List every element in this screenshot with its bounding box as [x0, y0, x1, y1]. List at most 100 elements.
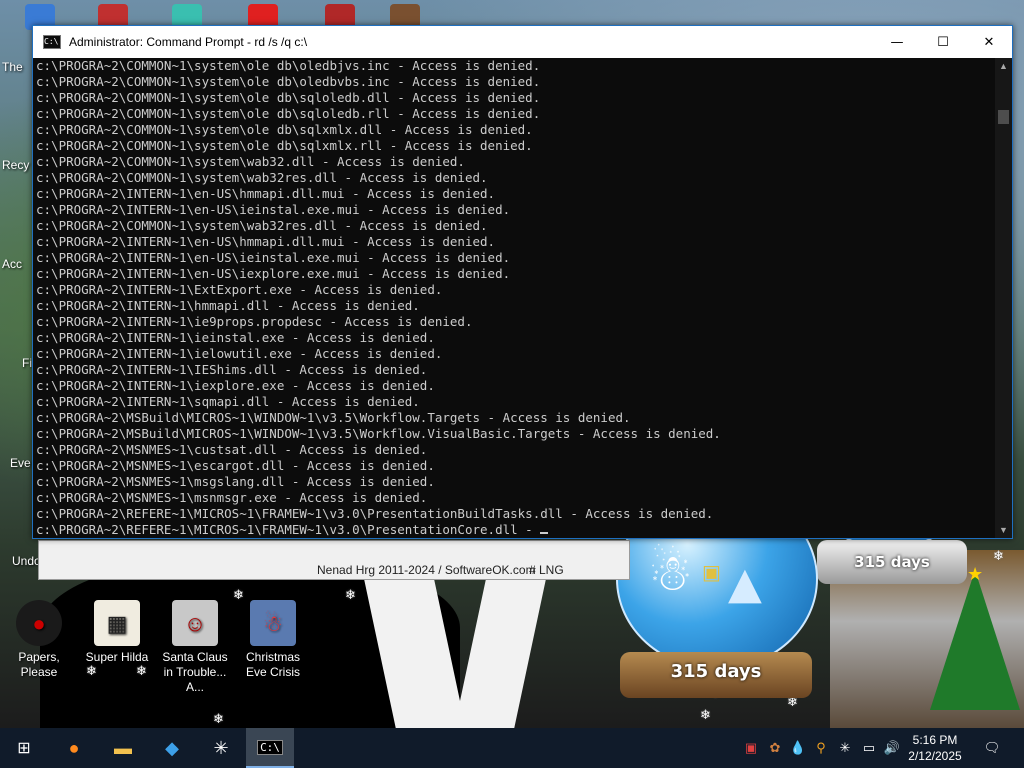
desktop-icon-label: Santa Claus in Trouble... A... [162, 650, 228, 694]
desktop-icon-label-partial[interactable]: Recy [2, 158, 29, 172]
background-app-window[interactable]: Nenad Hrg 2011-2024 / SoftwareOK.com # L… [38, 540, 630, 580]
console-line: c:\PROGRA~2\INTERN~1\ie9props.propdesc -… [36, 314, 473, 329]
desktop-icon-label-partial[interactable]: Eve [10, 456, 31, 470]
command-prompt-icon: C:\ [43, 35, 61, 49]
console-line: c:\PROGRA~2\COMMON~1\system\ole db\oledb… [36, 74, 541, 89]
tray-network[interactable]: ▭ [860, 728, 878, 768]
tray-app-icon-2: ✿ [769, 740, 781, 755]
taskbar-command-prompt[interactable]: C:\ [246, 728, 294, 768]
close-button[interactable]: ✕ [966, 26, 1012, 58]
console-line: c:\PROGRA~2\INTERN~1\iexplore.exe - Acce… [36, 378, 435, 393]
tray-app-1[interactable]: ▣ [742, 728, 760, 768]
snowman-icon: ☃ [648, 544, 693, 602]
console-line: c:\PROGRA~2\REFERE~1\MICROS~1\FRAMEW~1\v… [36, 522, 998, 538]
console-line: c:\PROGRA~2\INTERN~1\ielowutil.exe - Acc… [36, 346, 443, 361]
scroll-up-arrow-icon[interactable]: ▲ [995, 58, 1012, 74]
taskbar: ⊞ ● ▬ ◆ ✳ C:\ ▣ ✿ 💧 ⚲ ✳ ▭ 🔊 5:16 PM 2/12… [0, 728, 1024, 768]
desktop-icon-label-partial[interactable]: Undo [12, 554, 41, 568]
console-line: c:\PROGRA~2\INTERN~1\en-US\ieinstal.exe.… [36, 250, 511, 265]
windows-start-icon: ⊞ [17, 740, 31, 757]
santa-trouble-icon: ☺ [172, 600, 218, 646]
console-output[interactable]: c:\PROGRA~2\COMMON~1\system\ole db\oledb… [33, 58, 998, 538]
volume-icon: 🔊 [883, 740, 901, 755]
console-line: c:\PROGRA~2\MSNMES~1\escargot.dll - Acce… [36, 458, 435, 473]
taskbar-file-explorer[interactable]: ▬ [99, 728, 147, 768]
console-line: c:\PROGRA~2\COMMON~1\system\ole db\sqlxm… [36, 122, 533, 137]
taskbar-clock[interactable]: 5:16 PM 2/12/2025 [903, 732, 967, 764]
minimize-icon: — [890, 34, 904, 50]
tray-app-icon-1: ▣ [744, 740, 758, 755]
notification-icon: 🗨 [983, 740, 1001, 755]
console-line: c:\PROGRA~2\INTERN~1\hmmapi.dll - Access… [36, 298, 420, 313]
network-icon: ▭ [862, 740, 876, 755]
tray-asterisk[interactable]: ✳ [836, 728, 854, 768]
tray-volume[interactable]: 🔊 [882, 728, 902, 768]
desktop-icon-label: Christmas Eve Crisis [245, 650, 300, 679]
notification-button[interactable]: 🗨 [978, 728, 1006, 768]
console-line: c:\PROGRA~2\MSBuild\MICROS~1\WINDOW~1\v3… [36, 426, 721, 441]
scroll-down-arrow-icon[interactable]: ▼ [995, 522, 1012, 538]
desktop-icon-label-partial[interactable]: The [2, 60, 23, 74]
wallpaper-stripe [454, 580, 546, 728]
start-button[interactable]: ⊞ [0, 728, 48, 768]
scrollbar-thumb[interactable] [998, 110, 1009, 124]
asterisk-app-icon: ✳ [213, 737, 229, 758]
snowflake-icon: ❄ [345, 588, 356, 603]
desktop-icon-label: Papers, Please [18, 650, 60, 679]
christmas-eve-crisis-icon: ☃ [250, 600, 296, 646]
snowflake-icon: ❄ [213, 712, 224, 727]
clock-time: 5:16 PM [912, 733, 958, 747]
language-link[interactable]: # LNG [529, 563, 564, 577]
taskbar-firefox[interactable]: ● [50, 728, 98, 768]
super-hilda-icon: ▦ [94, 600, 140, 646]
desktop-icon-super-hilda[interactable]: ▦ Super Hilda [80, 600, 154, 665]
window-titlebar[interactable]: C:\ Administrator: Command Prompt - rd /… [33, 26, 1012, 58]
text-cursor [540, 532, 549, 534]
snowflake-icon: ❄ [86, 664, 97, 679]
console-line: c:\PROGRA~2\INTERN~1\en-US\hmmapi.dll.mu… [36, 234, 496, 249]
clock-date: 2/12/2025 [908, 749, 962, 763]
desktop-icon-label-partial[interactable]: Acc [2, 257, 22, 271]
maximize-button[interactable]: ☐ [920, 26, 966, 58]
asterisk-tray-icon: ✳ [839, 740, 851, 755]
star-icon: ★ [967, 564, 984, 585]
console-line: c:\PROGRA~2\COMMON~1\system\ole db\sqlol… [36, 106, 541, 121]
countdown-days-right: 315 days [854, 553, 930, 571]
console-line: c:\PROGRA~2\INTERN~1\IEShims.dll - Acces… [36, 362, 428, 377]
console-line: c:\PROGRA~2\INTERN~1\sqmapi.dll - Access… [36, 394, 420, 409]
file-explorer-icon: ▬ [114, 737, 132, 758]
console-line: c:\PROGRA~2\MSBuild\MICROS~1\WINDOW~1\v3… [36, 410, 631, 425]
vertical-scrollbar[interactable]: ▲ ▼ [995, 58, 1012, 538]
console-line: c:\PROGRA~2\MSNMES~1\custsat.dll - Acces… [36, 442, 428, 457]
gift-icon: ▣ [702, 560, 721, 584]
snowflake-icon: ❄ [136, 664, 147, 679]
command-prompt-window[interactable]: C:\ Administrator: Command Prompt - rd /… [32, 25, 1013, 539]
desktop-icon-christmas-eve-crisis[interactable]: ☃ Christmas Eve Crisis [236, 600, 310, 680]
console-line: c:\PROGRA~2\INTERN~1\ieinstal.exe - Acce… [36, 330, 435, 345]
close-icon: ✕ [983, 34, 995, 50]
tray-search[interactable]: ⚲ [812, 728, 830, 768]
console-line: c:\PROGRA~2\INTERN~1\ExtExport.exe - Acc… [36, 282, 443, 297]
console-line: c:\PROGRA~2\INTERN~1\en-US\iexplore.exe.… [36, 266, 511, 281]
tray-app-2[interactable]: ✿ [765, 728, 785, 768]
console-line: c:\PROGRA~2\COMMON~1\system\wab32res.dll… [36, 218, 488, 233]
snowflake-icon: ❄ [993, 549, 1004, 564]
console-line: c:\PROGRA~2\COMMON~1\system\ole db\oledb… [36, 58, 541, 73]
snow-globe-left-base: 315 days [620, 652, 812, 698]
snowy-tree-icon: ▲ [728, 558, 762, 609]
desktop-icon-papers-please[interactable]: ● Papers, Please [2, 600, 76, 680]
taskbar-asterisk-app[interactable]: ✳ [197, 728, 245, 768]
tray-drop[interactable]: 💧 [789, 728, 807, 768]
minimize-button[interactable]: — [874, 26, 920, 58]
window-title: Administrator: Command Prompt - rd /s /q… [69, 35, 308, 49]
console-line: c:\PROGRA~2\COMMON~1\system\ole db\sqlol… [36, 90, 541, 105]
desktop-icon-santa-trouble[interactable]: ☺ Santa Claus in Trouble... A... [158, 600, 232, 695]
tray-drop-icon: 💧 [789, 740, 807, 755]
console-line: c:\PROGRA~2\INTERN~1\en-US\hmmapi.dll.mu… [36, 186, 496, 201]
desktop-icon-label: Super Hilda [85, 650, 149, 664]
snowflake-icon: ❄ [233, 588, 244, 603]
command-prompt-icon: C:\ [257, 739, 283, 755]
desktop-icon-label-partial[interactable]: Fi [22, 356, 32, 370]
search-tray-icon: ⚲ [816, 740, 826, 755]
taskbar-app[interactable]: ◆ [148, 728, 196, 768]
